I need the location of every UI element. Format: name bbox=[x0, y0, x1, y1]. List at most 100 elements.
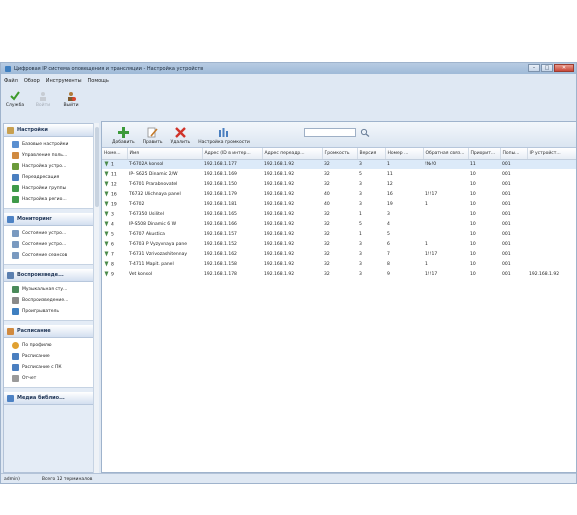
sidebar-group-settings[interactable]: Настройки bbox=[4, 124, 93, 137]
add-button[interactable]: Добавить bbox=[110, 127, 137, 145]
column-header[interactable]: Приорит... bbox=[468, 148, 501, 160]
cell-text: 192.168.1.92 bbox=[264, 221, 295, 227]
minimize-button[interactable]: – bbox=[528, 64, 540, 72]
service-button[interactable]: Служба bbox=[4, 87, 26, 117]
basic-settings-icon bbox=[12, 141, 19, 148]
table-cell: 192.168.1.166 bbox=[202, 219, 262, 229]
volume-settings-button[interactable]: Настройка громкости bbox=[196, 127, 252, 145]
table-cell bbox=[527, 209, 576, 219]
logout-button[interactable]: Выйти bbox=[60, 87, 82, 117]
cell-text: 11 bbox=[111, 172, 117, 178]
sidebar-group-title: Медиа библио... bbox=[17, 395, 65, 401]
sidebar-item-schedule[interactable]: Расписание bbox=[4, 351, 93, 362]
device-settings-icon bbox=[12, 163, 19, 170]
cell-text: 192.168.1.178 bbox=[204, 271, 237, 277]
sidebar-item-report[interactable]: Отчет bbox=[4, 373, 93, 384]
table-row[interactable]: 4 IP-S508 Dinamic 6 W 192.168.1.166 192.168… bbox=[102, 219, 576, 229]
cell-text: !№!0 bbox=[425, 161, 437, 167]
sidebar-item-group-settings[interactable]: Настройки группы bbox=[4, 183, 93, 194]
navigation-sidebar: Настройки Базовые настройки Управление п… bbox=[3, 123, 94, 473]
sidebar-item-by-profile[interactable]: По профилю bbox=[4, 340, 93, 351]
table-cell bbox=[423, 209, 468, 219]
sidebar-group-media-library[interactable]: Медиа библио... bbox=[4, 392, 93, 405]
sidebar-item-session-status[interactable]: Состояние сеансов bbox=[4, 250, 93, 261]
column-header[interactable]: Версия bbox=[357, 148, 386, 160]
table-cell: 1 bbox=[102, 159, 127, 169]
sidebar-item-device-status-2[interactable]: Состояние устро... bbox=[4, 239, 93, 250]
table-row[interactable]: 1 T-6702A konsol 192.168.1.177 192.168.1.92… bbox=[102, 159, 576, 169]
column-header[interactable]: Адрес переадр... bbox=[262, 148, 323, 160]
sidebar-item-label: Настройка устро... bbox=[22, 164, 67, 169]
cell-text: 001 bbox=[502, 191, 511, 197]
table-cell: 192.168.1.92 bbox=[262, 219, 322, 229]
table-cell: 192.168.1.178 bbox=[202, 269, 262, 279]
table-cell: 6 bbox=[102, 239, 127, 249]
table-row[interactable]: 16 T6732 Ulichnaya panel 192.168.1.179 192.… bbox=[102, 189, 576, 199]
column-header[interactable]: Номер ... bbox=[385, 148, 424, 160]
close-button[interactable]: ✕ bbox=[554, 64, 574, 72]
column-header[interactable]: Адрес (ID в интер... bbox=[202, 148, 263, 160]
column-header[interactable]: IP устройст... bbox=[527, 148, 576, 160]
main-toolbar: Служба Войти Выйти bbox=[1, 87, 576, 117]
table-row[interactable]: 11 IP- S625 Dinamic 2/W 192.168.1.169 192.1… bbox=[102, 169, 576, 179]
cell-text: 10 bbox=[470, 241, 476, 247]
sidebar-item-device-settings[interactable]: Настройка устро... bbox=[4, 161, 93, 172]
sidebar-group-monitoring[interactable]: Мониторинг bbox=[4, 213, 93, 226]
sidebar-item-music-studio[interactable]: Музыкальная сту... bbox=[4, 284, 93, 295]
cell-text: 12 bbox=[111, 182, 117, 188]
cell-text: 9 bbox=[111, 272, 114, 278]
column-header[interactable]: Обратная связ... bbox=[423, 148, 469, 160]
table-row[interactable]: 8 T-4711 Mapit. panel 192.168.1.158 192.168… bbox=[102, 259, 576, 269]
sidebar-group-playback[interactable]: Воспроизведе... bbox=[4, 269, 93, 282]
column-header[interactable]: Имя bbox=[127, 148, 203, 160]
clock-icon bbox=[12, 342, 19, 349]
sidebar-item-basic-settings[interactable]: Базовые настройки bbox=[4, 139, 93, 150]
edit-button[interactable]: Править bbox=[141, 127, 165, 145]
table-row[interactable]: 9 Vet konsol 192.168.1.178 192.168.1.92 32 3 9… bbox=[102, 269, 576, 279]
cell-text: 192.168.1.181 bbox=[204, 201, 237, 207]
column-header[interactable]: Попы... bbox=[500, 148, 528, 160]
table-cell bbox=[423, 179, 468, 189]
table-row[interactable]: 7 T-6731 Vzrivozashitennay 192.168.1.162 19… bbox=[102, 249, 576, 259]
sidebar-item-schedule-from-pc[interactable]: Расписание с ПК bbox=[4, 362, 93, 373]
speaker-icon bbox=[12, 297, 19, 304]
table-row[interactable]: 6 T-6703 P Vyzyvnaya pane 192.168.1.152 192… bbox=[102, 239, 576, 249]
delete-button[interactable]: Удалить bbox=[169, 127, 193, 145]
column-header[interactable]: Громкость bbox=[322, 148, 358, 160]
table-row[interactable]: 12 T-6701 Prarabnovatel 192.168.1.150 192.1… bbox=[102, 179, 576, 189]
scrollbar-thumb[interactable] bbox=[95, 127, 99, 207]
cell-text: 192.168.1.162 bbox=[204, 251, 237, 257]
menu-view[interactable]: Обзор bbox=[24, 78, 40, 84]
sidebar-item-label: Переадресация bbox=[22, 175, 60, 180]
menu-file[interactable]: Файл bbox=[4, 78, 18, 84]
cell-text: IP-S508 Dinamic 6 W bbox=[129, 221, 177, 227]
table-row[interactable]: 3 T-67350 Usilitel 192.168.1.165 192.168.1.… bbox=[102, 209, 576, 219]
menu-tools[interactable]: Инструменты bbox=[46, 78, 82, 84]
table-cell: 001 bbox=[500, 159, 527, 169]
table-cell bbox=[527, 239, 576, 249]
maximize-button[interactable]: □ bbox=[541, 64, 553, 72]
table-cell: 10 bbox=[468, 239, 500, 249]
sidebar-item-device-status-1[interactable]: Состояние устро... bbox=[4, 228, 93, 239]
sidebar-item-label: Музыкальная сту... bbox=[22, 287, 68, 292]
menu-help[interactable]: Помощь bbox=[88, 78, 109, 84]
sidebar-group-title: Расписание bbox=[17, 328, 51, 334]
search-icon[interactable] bbox=[360, 128, 370, 137]
cell-text: 3 bbox=[359, 251, 362, 257]
sidebar-group-schedule[interactable]: Расписание bbox=[4, 325, 93, 338]
login-button[interactable]: Войти bbox=[32, 87, 54, 117]
table-row[interactable]: 5 T-6707 Akustica 192.168.1.157 192.168.1.9… bbox=[102, 229, 576, 239]
cell-text: 5 bbox=[387, 231, 390, 237]
sidebar-item-player[interactable]: Проигрыватель bbox=[4, 306, 93, 317]
sidebar-item-forwarding[interactable]: Переадресация bbox=[4, 172, 93, 183]
table-row[interactable]: 19 T-6702 192.168.1.181 192.168.1.92 40 3 19 1 1… bbox=[102, 199, 576, 209]
sidebar-item-user-management[interactable]: Управление поль... bbox=[4, 150, 93, 161]
sidebar-item-playback[interactable]: Воспроизведение... bbox=[4, 295, 93, 306]
table-cell: 192.168.1.165 bbox=[202, 209, 262, 219]
column-header[interactable]: Номе... bbox=[102, 148, 128, 160]
sidebar-item-region-settings[interactable]: Настройка регио... bbox=[4, 194, 93, 205]
sidebar-item-label: Состояние устро... bbox=[22, 242, 67, 247]
search-input[interactable] bbox=[304, 128, 356, 137]
cell-text: 10 bbox=[470, 171, 476, 177]
sidebar-scrollbar[interactable] bbox=[93, 123, 99, 473]
